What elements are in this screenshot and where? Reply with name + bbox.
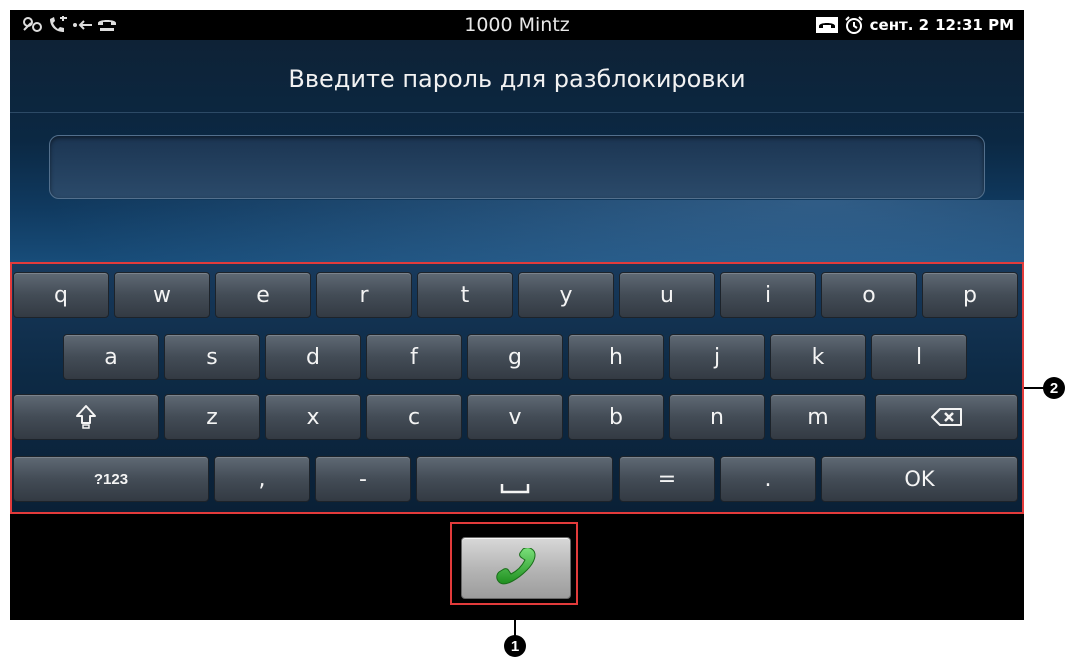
back-arrow-icon: [73, 20, 92, 30]
status-time: 12:31 PM: [935, 16, 1014, 34]
status-bar: 1000 Mintz сент. 2 12:31 PM: [10, 10, 1024, 40]
call-button-callout-number: 1: [504, 635, 526, 657]
password-field[interactable]: [49, 135, 985, 199]
handset-icon: [815, 17, 838, 33]
call-button-callout-frame: [450, 522, 578, 605]
keyboard-callout-leader: [1024, 387, 1045, 389]
call-button-callout-leader: [514, 605, 516, 637]
status-date: сент. 2: [869, 16, 930, 34]
status-icons-right: сент. 2 12:31 PM: [815, 15, 1014, 35]
unlock-prompt: Введите пароль для разблокировки: [288, 65, 746, 93]
missed-call-icon: [50, 16, 67, 32]
unlock-panel: Введите пароль для разблокировки: [10, 40, 1024, 264]
phone-icon: [98, 20, 116, 31]
status-icons-left: [22, 15, 117, 35]
keyboard-callout-frame: [10, 262, 1024, 514]
alarm-icon: [844, 16, 863, 34]
divider: [10, 112, 1024, 113]
voicemail-icon: [23, 17, 42, 32]
keyboard-callout-number: 2: [1043, 377, 1065, 399]
